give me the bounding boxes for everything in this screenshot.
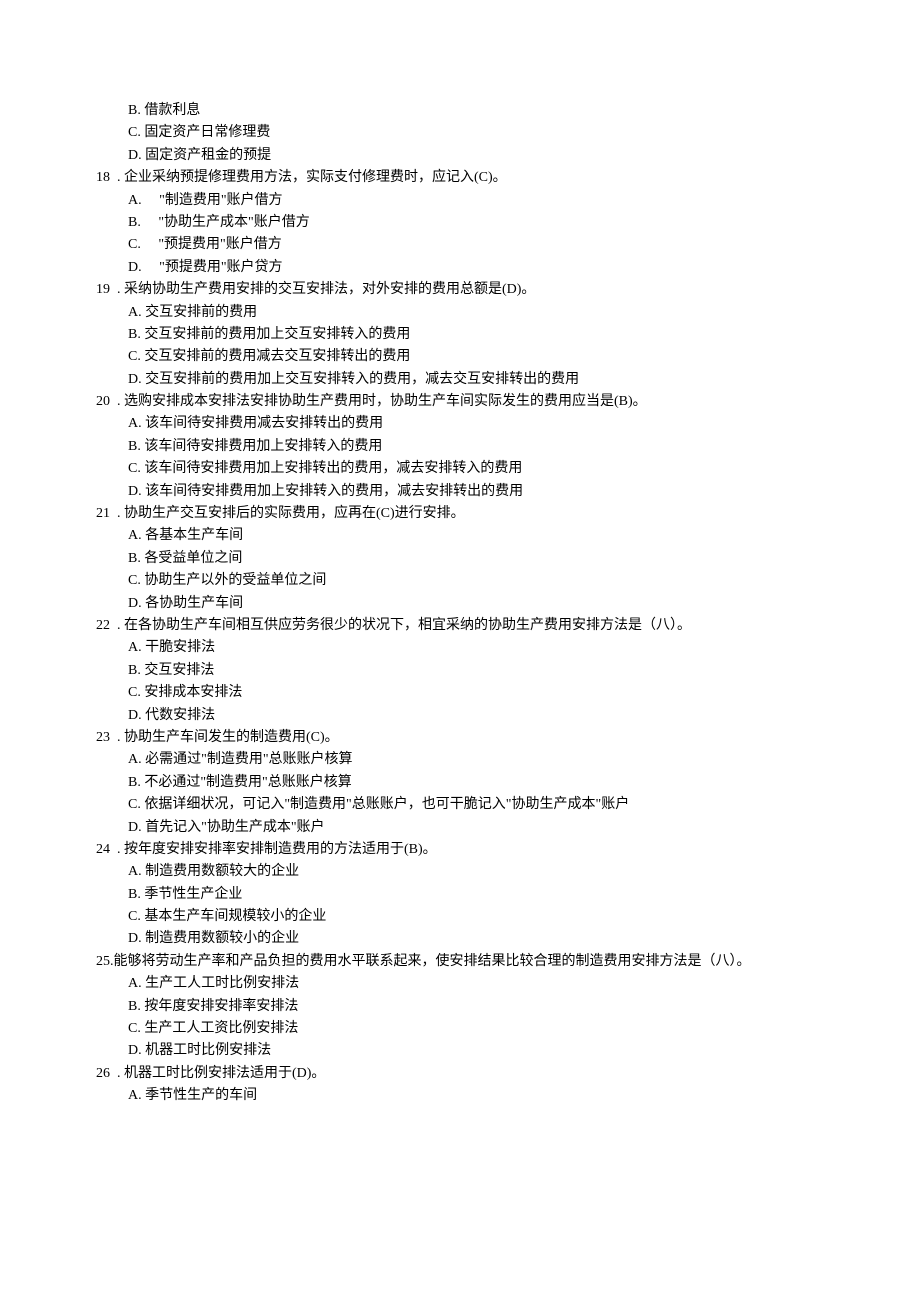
text-line: D. 代数安排法 bbox=[80, 705, 840, 727]
text-line: 18 . 企业采纳预提修理费用方法，实际支付修理费时，应记入(C)。 bbox=[80, 167, 840, 189]
text-line: C. 生产工人工资比例安排法 bbox=[80, 1018, 840, 1040]
text-line: A. 干脆安排法 bbox=[80, 637, 840, 659]
text-line: 19 . 采纳协助生产费用安排的交互安排法，对外安排的费用总额是(D)。 bbox=[80, 279, 840, 301]
text-line: C. 交互安排前的费用减去交互安排转出的费用 bbox=[80, 346, 840, 368]
text-line: A. "制造费用"账户借方 bbox=[80, 190, 840, 212]
text-line: C. 该车间待安排费用加上安排转出的费用，减去安排转入的费用 bbox=[80, 458, 840, 480]
text-line: 24 . 按年度安排安排率安排制造费用的方法适用于(B)。 bbox=[80, 839, 840, 861]
text-line: C. 基本生产车间规模较小的企业 bbox=[80, 906, 840, 928]
text-line: A. 制造费用数额较大的企业 bbox=[80, 861, 840, 883]
text-line: B. "协助生产成本"账户借方 bbox=[80, 212, 840, 234]
text-line: B. 季节性生产企业 bbox=[80, 884, 840, 906]
text-line: A. 季节性生产的车间 bbox=[80, 1085, 840, 1107]
text-line: D. "预提费用"账户贷方 bbox=[80, 257, 840, 279]
text-line: A. 交互安排前的费用 bbox=[80, 302, 840, 324]
text-line: A. 各基本生产车间 bbox=[80, 525, 840, 547]
text-line: D. 交互安排前的费用加上交互安排转入的费用，减去交互安排转出的费用 bbox=[80, 369, 840, 391]
text-line: 22 . 在各协助生产车间相互供应劳务很少的状况下，相宜采纳的协助生产费用安排方… bbox=[80, 615, 840, 637]
text-line: C. 依据详细状况，可记入"制造费用"总账账户，也可干脆记入"协助生产成本"账户 bbox=[80, 794, 840, 816]
text-line: B. 交互安排法 bbox=[80, 660, 840, 682]
text-line: B. 按年度安排安排率安排法 bbox=[80, 996, 840, 1018]
text-line: C. 协助生产以外的受益单位之间 bbox=[80, 570, 840, 592]
text-line: B. 借款利息 bbox=[80, 100, 840, 122]
text-line: A. 必需通过"制造费用"总账账户核算 bbox=[80, 749, 840, 771]
document-body: B. 借款利息C. 固定资产日常修理费D. 固定资产租金的预提18 . 企业采纳… bbox=[80, 100, 840, 1108]
text-line: 20 . 选购安排成本安排法安排协助生产费用时，协助生产车间实际发生的费用应当是… bbox=[80, 391, 840, 413]
text-line: C. "预提费用"账户借方 bbox=[80, 234, 840, 256]
text-line: D. 制造费用数额较小的企业 bbox=[80, 928, 840, 950]
text-line: 26 . 机器工时比例安排法适用于(D)。 bbox=[80, 1063, 840, 1085]
text-line: D. 机器工时比例安排法 bbox=[80, 1040, 840, 1062]
text-line: 23 . 协助生产车间发生的制造费用(C)。 bbox=[80, 727, 840, 749]
text-line: C. 固定资产日常修理费 bbox=[80, 122, 840, 144]
text-line: D. 各协助生产车间 bbox=[80, 593, 840, 615]
text-line: C. 安排成本安排法 bbox=[80, 682, 840, 704]
text-line: B. 不必通过"制造费用"总账账户核算 bbox=[80, 772, 840, 794]
text-line: D. 首先记入"协助生产成本"账户 bbox=[80, 817, 840, 839]
text-line: B. 该车间待安排费用加上安排转入的费用 bbox=[80, 436, 840, 458]
text-line: B. 各受益单位之间 bbox=[80, 548, 840, 570]
text-line: 21 . 协助生产交互安排后的实际费用，应再在(C)进行安排。 bbox=[80, 503, 840, 525]
text-line: B. 交互安排前的费用加上交互安排转入的费用 bbox=[80, 324, 840, 346]
text-line: A. 生产工人工时比例安排法 bbox=[80, 973, 840, 995]
text-line: D. 该车间待安排费用加上安排转入的费用，减去安排转出的费用 bbox=[80, 481, 840, 503]
text-line: D. 固定资产租金的预提 bbox=[80, 145, 840, 167]
text-line: A. 该车间待安排费用减去安排转出的费用 bbox=[80, 413, 840, 435]
text-line: 25.能够将劳动生产率和产品负担的费用水平联系起来，使安排结果比较合理的制造费用… bbox=[80, 951, 840, 973]
